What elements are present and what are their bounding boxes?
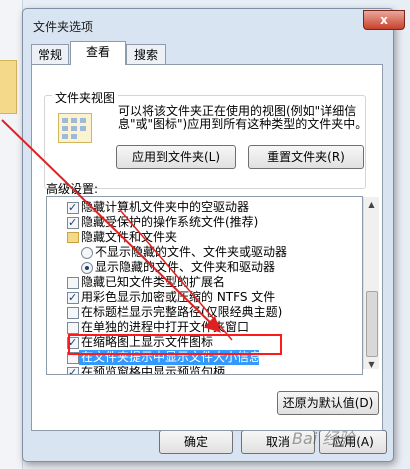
arrow-line-2: [119, 209, 233, 341]
arrow-line-1: [1, 119, 221, 333]
annotation-arrow: [1, 119, 233, 341]
